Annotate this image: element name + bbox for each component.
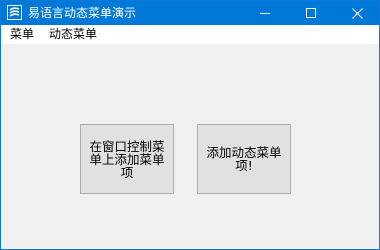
app-window: 易语言动态菜单演示 菜单 动态菜单 在窗口控制菜单上添加菜单项 添加动态菜单项!	[0, 0, 380, 250]
close-icon	[351, 7, 363, 19]
window-title: 易语言动态菜单演示	[28, 6, 137, 20]
menu-item-dynamic-menu[interactable]: 动态菜单	[49, 27, 97, 42]
add-to-window-control-menu-button[interactable]: 在窗口控制菜单上添加菜单项	[80, 124, 174, 194]
button-label: 在窗口控制菜单上添加菜单项	[89, 138, 165, 180]
menu-bar: 菜单 动态菜单	[1, 25, 379, 44]
minimize-button[interactable]	[243, 1, 287, 25]
button-label: 添加动态菜单项!	[206, 145, 282, 173]
app-icon[interactable]	[7, 5, 22, 20]
menu-item-menu[interactable]: 菜单	[10, 27, 34, 42]
minimize-icon	[260, 13, 270, 14]
maximize-button[interactable]	[289, 1, 333, 25]
client-area: 在窗口控制菜单上添加菜单项 添加动态菜单项!	[1, 44, 379, 249]
title-bar[interactable]: 易语言动态菜单演示	[1, 1, 379, 25]
add-dynamic-menu-item-button[interactable]: 添加动态菜单项!	[197, 124, 291, 194]
close-button[interactable]	[335, 1, 379, 25]
maximize-icon	[306, 8, 316, 18]
